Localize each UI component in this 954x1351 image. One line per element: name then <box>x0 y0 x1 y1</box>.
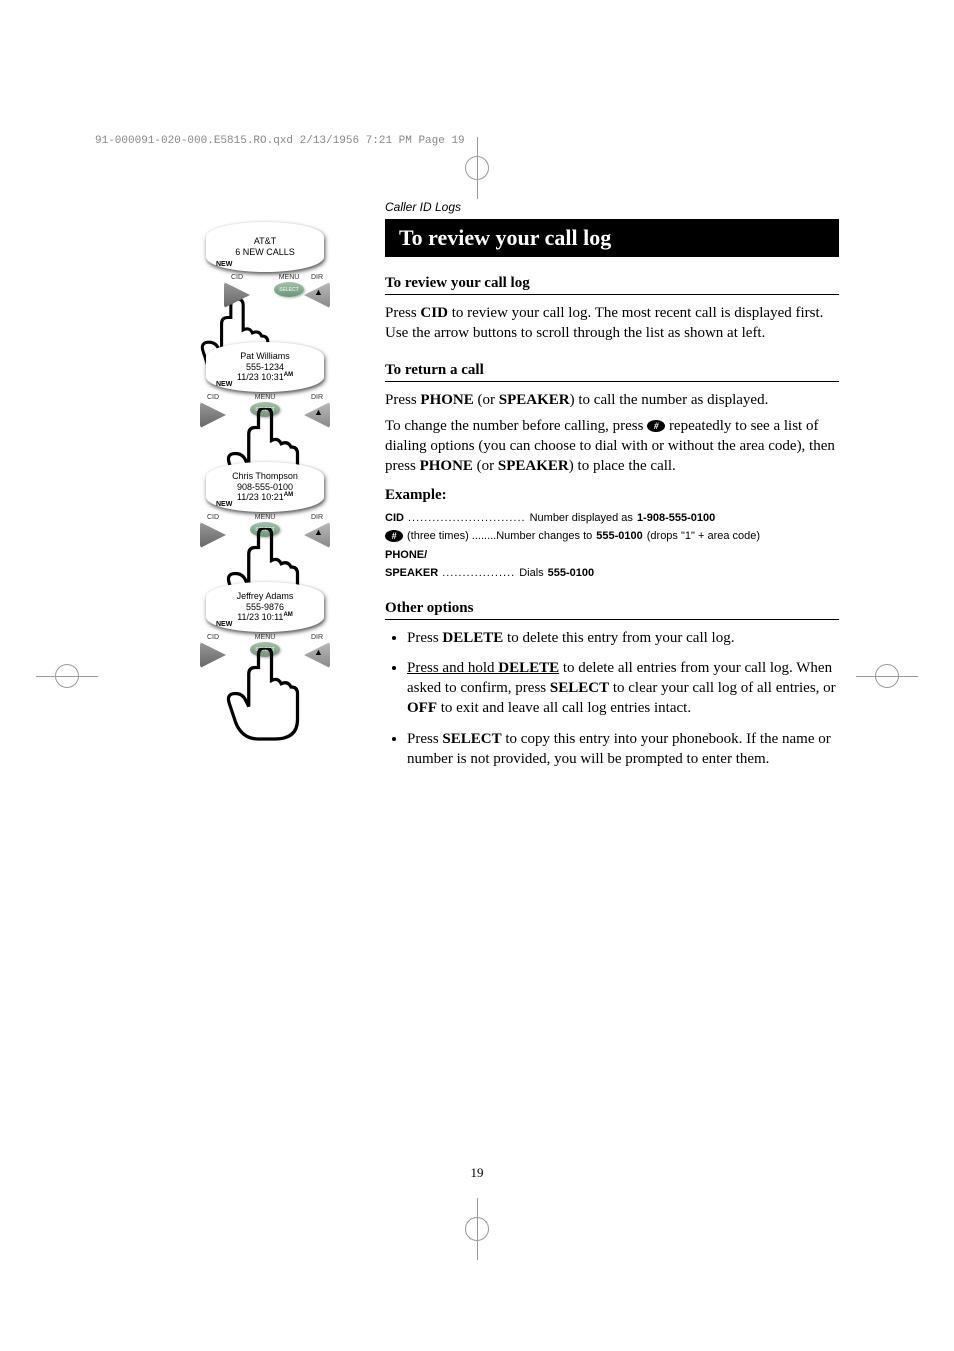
phone-buttons: CID MENUSELECT DIR <box>200 394 330 454</box>
dir-label: DIR <box>311 634 323 641</box>
example-block: CID.............................Number d… <box>385 510 839 582</box>
phone-buttons: CID MENUSELECT DIR <box>200 274 330 334</box>
phone-block-4: Jeffrey Adams 555-9876 11/23 10:11AM NEW… <box>175 582 355 694</box>
cid-label: CID <box>231 274 243 281</box>
screen-line: 6 NEW CALLS <box>235 247 295 258</box>
screen-line: 908-555-0100 <box>237 482 293 493</box>
menu-label: MENU <box>255 634 276 641</box>
screen-line: Chris Thompson <box>232 471 298 482</box>
phone-buttons: CID MENUSELECT DIR <box>200 634 330 694</box>
example-heading: Example: <box>385 487 839 504</box>
example-row: # (three times) ........Number changes t… <box>385 528 839 545</box>
dir-button-icon <box>304 402 330 428</box>
list-item: Press SELECT to copy this entry into you… <box>407 729 839 770</box>
phone-screen: Chris Thompson 908-555-0100 11/23 10:21A… <box>206 462 324 512</box>
list-item: Press and hold DELETE to delete all entr… <box>407 658 839 719</box>
screen-line: 11/23 10:21AM <box>237 492 293 503</box>
phone-screen: Jeffrey Adams 555-9876 11/23 10:11AM NEW <box>206 582 324 632</box>
para-return-2: To change the number before calling, pre… <box>385 416 839 477</box>
dir-button-icon <box>304 282 330 308</box>
example-row: SPEAKER ..................Dials 555-0100 <box>385 565 839 582</box>
select-button-icon: SELECT <box>274 282 304 297</box>
list-item: Press DELETE to delete this entry from y… <box>407 628 839 648</box>
screen-line: Jeffrey Adams <box>237 591 294 602</box>
crop-mark-left <box>55 664 79 688</box>
cid-label: CID <box>207 514 219 521</box>
cid-button-icon <box>200 522 226 548</box>
section-heading-review: To review your call log <box>385 275 839 295</box>
main-content: Caller ID Logs To review your call log T… <box>385 200 839 779</box>
phone-screen: AT&T 6 NEW CALLS NEW <box>206 222 324 272</box>
page-title: To review your call log <box>385 219 839 257</box>
example-row: CID.............................Number d… <box>385 510 839 527</box>
menu-label: MENU <box>279 274 300 281</box>
new-label: NEW <box>216 261 232 269</box>
phone-block-3: Chris Thompson 908-555-0100 11/23 10:21A… <box>175 462 355 574</box>
screen-line: 11/23 10:31AM <box>237 372 293 383</box>
menu-label: MENU <box>255 394 276 401</box>
cid-button-icon <box>200 642 226 668</box>
page-number: 19 <box>0 1165 954 1181</box>
para-review: Press CID to review your call log. The m… <box>385 303 839 344</box>
screen-line: 555-9876 <box>246 602 284 613</box>
new-label: NEW <box>216 621 232 629</box>
example-row: PHONE/ <box>385 547 839 564</box>
dir-button-icon <box>304 642 330 668</box>
cid-label: CID <box>207 394 219 401</box>
section-heading-other: Other options <box>385 600 839 620</box>
cid-label: CID <box>207 634 219 641</box>
dir-label: DIR <box>311 514 323 521</box>
crop-mark-right <box>875 664 899 688</box>
new-label: NEW <box>216 381 232 389</box>
dir-label: DIR <box>311 274 323 281</box>
crop-mark-bottom <box>465 1217 489 1241</box>
sidebar-illustrations: AT&T 6 NEW CALLS NEW CID MENUSELECT DIR … <box>175 200 355 779</box>
menu-label: MENU <box>255 514 276 521</box>
phone-block-1: AT&T 6 NEW CALLS NEW CID MENUSELECT DIR <box>175 222 355 334</box>
section-heading-return: To return a call <box>385 362 839 382</box>
screen-line: 11/23 10:11AM <box>237 612 293 623</box>
category-label: Caller ID Logs <box>385 200 839 214</box>
cid-button-icon <box>200 402 226 428</box>
para-return-1: Press PHONE (or SPEAKER) to call the num… <box>385 390 839 410</box>
hash-key-icon: # <box>647 420 665 432</box>
dir-label: DIR <box>311 394 323 401</box>
other-options-list: Press DELETE to delete this entry from y… <box>385 628 839 770</box>
screen-line: Pat Williams <box>240 351 290 362</box>
hash-key-icon: # <box>385 530 403 542</box>
phone-buttons: CID MENUSELECT DIR <box>200 514 330 574</box>
new-label: NEW <box>216 501 232 509</box>
screen-line: AT&T <box>254 236 276 247</box>
print-header: 91-000091-020-000.E5815.RO.qxd 2/13/1956… <box>95 135 465 147</box>
crop-mark-top <box>465 156 489 180</box>
hand-pointer-icon <box>226 648 304 746</box>
screen-line: 555-1234 <box>246 362 284 373</box>
phone-screen: Pat Williams 555-1234 11/23 10:31AM NEW <box>206 342 324 392</box>
dir-button-icon <box>304 522 330 548</box>
